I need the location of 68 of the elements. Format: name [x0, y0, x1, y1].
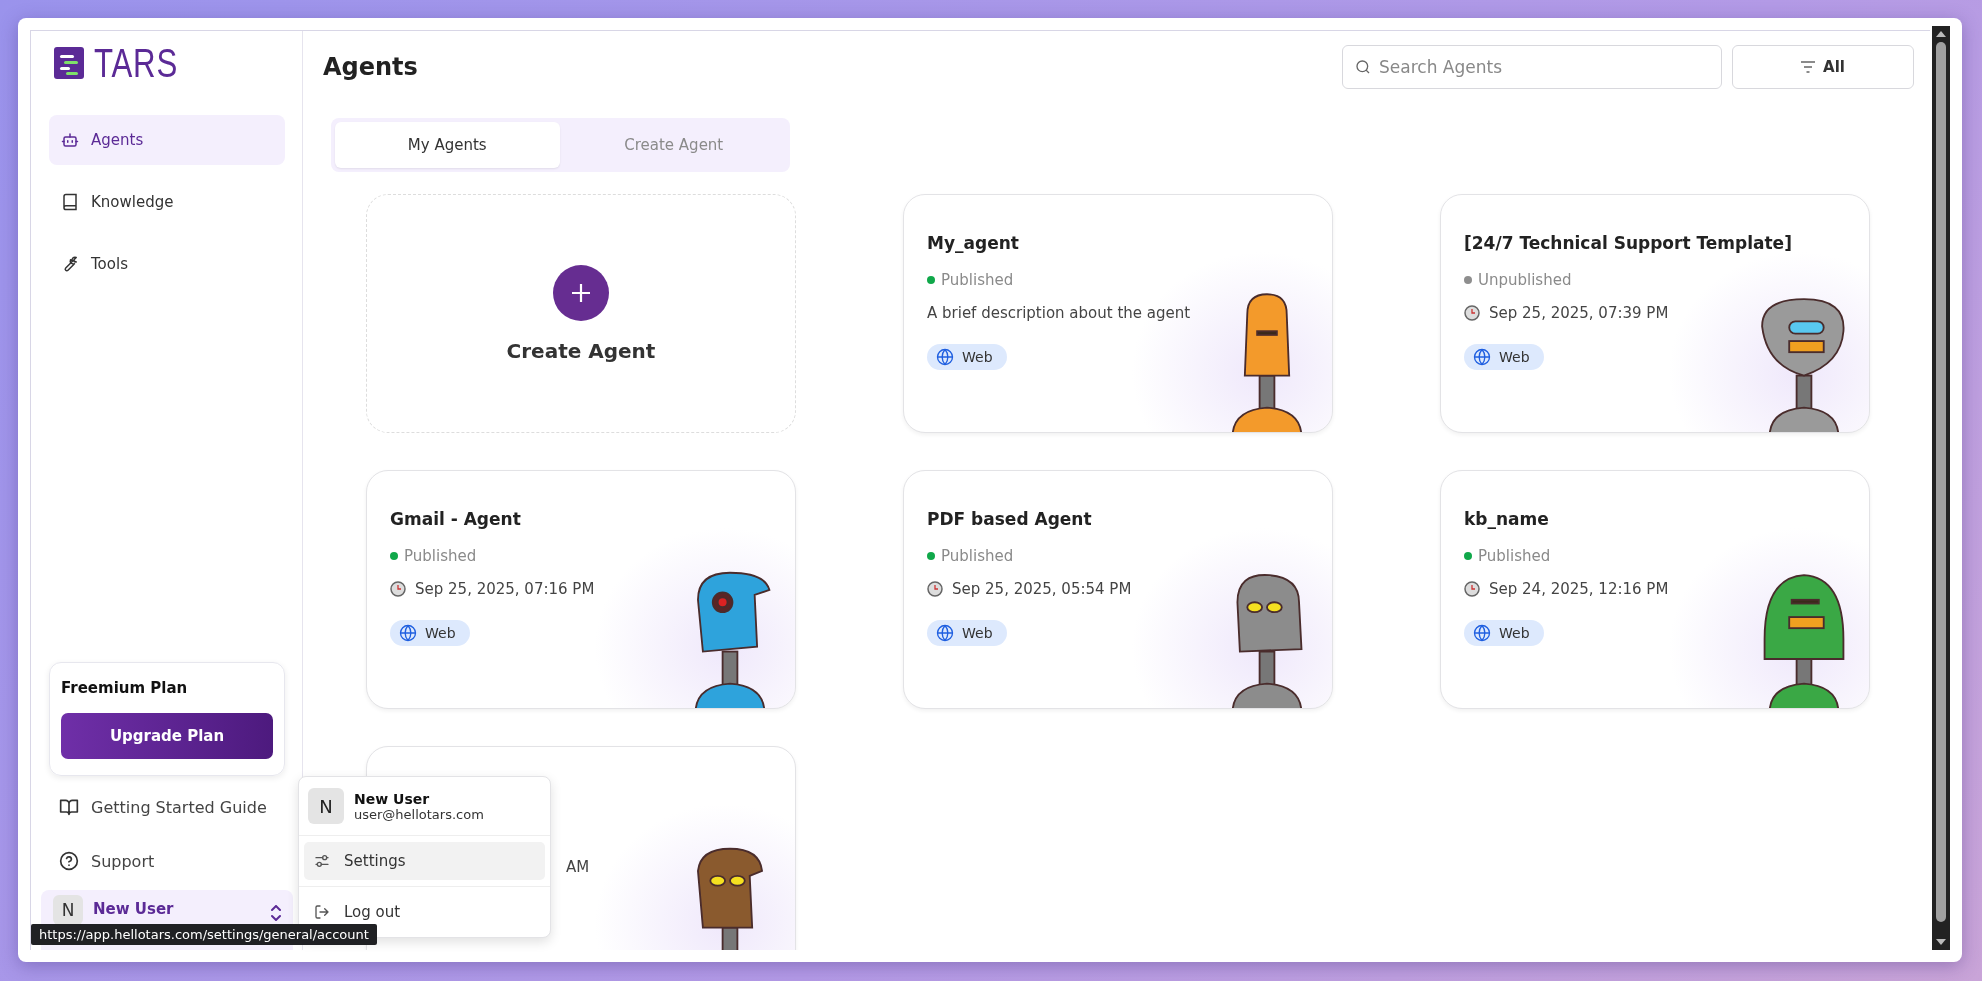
agent-status: Published: [390, 547, 477, 565]
create-agent-label: Create Agent: [506, 338, 656, 363]
agent-status: Published: [927, 547, 1014, 565]
filter-icon: [1801, 61, 1816, 73]
agent-date: Sep 25, 2025, 07:39 PM: [1489, 304, 1669, 322]
globe-icon: [936, 348, 954, 366]
scroll-up-icon[interactable]: [1935, 30, 1947, 38]
book-icon: [61, 193, 79, 211]
agent-date: AM: [566, 858, 590, 876]
agent-card[interactable]: Gmail - Agent Published Sep 25, 2025, 07:16 PM Web: [366, 470, 796, 709]
create-agent-card[interactable]: Create Agent: [366, 194, 796, 433]
page-title: Agents: [323, 53, 419, 81]
agent-card[interactable]: [24/7 Technical Support Template] Unpublished Sep 25, 2025, 07:39 PM Web: [1440, 194, 1870, 433]
channel-tag: Web: [1464, 344, 1544, 370]
channel-tag: Web: [1464, 620, 1544, 646]
sidebar-link[interactable]: Getting Started Guide: [49, 780, 285, 834]
open-book-icon: [59, 797, 79, 817]
channel-tag: Web: [927, 620, 1007, 646]
globe-icon: [399, 624, 417, 642]
agent-date: Sep 25, 2025, 07:16 PM: [415, 580, 595, 598]
agent-name[interactable]: PDF based Agent: [927, 509, 1092, 529]
avatar: N: [53, 895, 83, 925]
help-icon: [59, 851, 79, 871]
sidebar-link[interactable]: Support: [49, 834, 285, 888]
globe-icon: [1473, 348, 1491, 366]
link-tooltip: https://app.hellotars.com/settings/general/account: [31, 924, 377, 945]
logo-text: TARS: [94, 40, 178, 86]
channel-tag: Web: [390, 620, 470, 646]
clock-icon: [1464, 581, 1480, 597]
scroll-down-icon[interactable]: [1935, 938, 1947, 946]
chevrons-icon: [271, 905, 281, 921]
agent-status: Published: [927, 271, 1014, 289]
agent-card[interactable]: PDF based Agent Published Sep 25, 2025, 05:54 PM Web: [903, 470, 1333, 709]
search-field[interactable]: Search Agents: [1342, 45, 1722, 89]
agent-status: Unpublished: [1464, 271, 1572, 289]
globe-icon: [936, 624, 954, 642]
menu-item[interactable]: Settings: [304, 842, 545, 880]
tab[interactable]: My Agents: [335, 122, 560, 168]
agent-name[interactable]: My_agent: [927, 233, 1019, 253]
agent-description: A brief description about the agent: [927, 304, 1191, 322]
globe-icon: [1473, 624, 1491, 642]
nav-item[interactable]: Agents: [49, 115, 285, 165]
robot-icon: [61, 131, 79, 149]
upgrade-button[interactable]: Upgrade Plan: [61, 713, 273, 759]
clock-icon: [390, 581, 406, 597]
user-name: New User: [93, 900, 175, 918]
avatar: N: [308, 788, 344, 824]
agent-card[interactable]: My_agent Published A brief description about the agent Web: [903, 194, 1333, 433]
logo-icon: [54, 47, 84, 79]
nav-item[interactable]: Knowledge: [49, 177, 285, 227]
logout-icon: [314, 904, 330, 920]
clock-icon: [1464, 305, 1480, 321]
plus-icon: [553, 264, 609, 321]
agent-name[interactable]: [24/7 Technical Support Template]: [1464, 233, 1792, 253]
channel-tag: Web: [927, 344, 1007, 370]
agent-date: Sep 25, 2025, 05:54 PM: [952, 580, 1132, 598]
nav-item[interactable]: Tools: [49, 239, 285, 289]
agent-name[interactable]: Gmail - Agent: [390, 509, 521, 529]
search-icon: [1355, 59, 1371, 75]
agent-date: Sep 24, 2025, 12:16 PM: [1489, 580, 1669, 598]
agent-card[interactable]: kb_name Published Sep 24, 2025, 12:16 PM Web: [1440, 470, 1870, 709]
agent-name[interactable]: kb_name: [1464, 509, 1549, 529]
agent-status: Published: [1464, 547, 1551, 565]
settings-icon: [314, 853, 330, 869]
clock-icon: [927, 581, 943, 597]
filter-button[interactable]: All: [1732, 45, 1914, 89]
scrollbar[interactable]: [1932, 26, 1950, 950]
plan-title: Freemium Plan: [61, 679, 189, 697]
